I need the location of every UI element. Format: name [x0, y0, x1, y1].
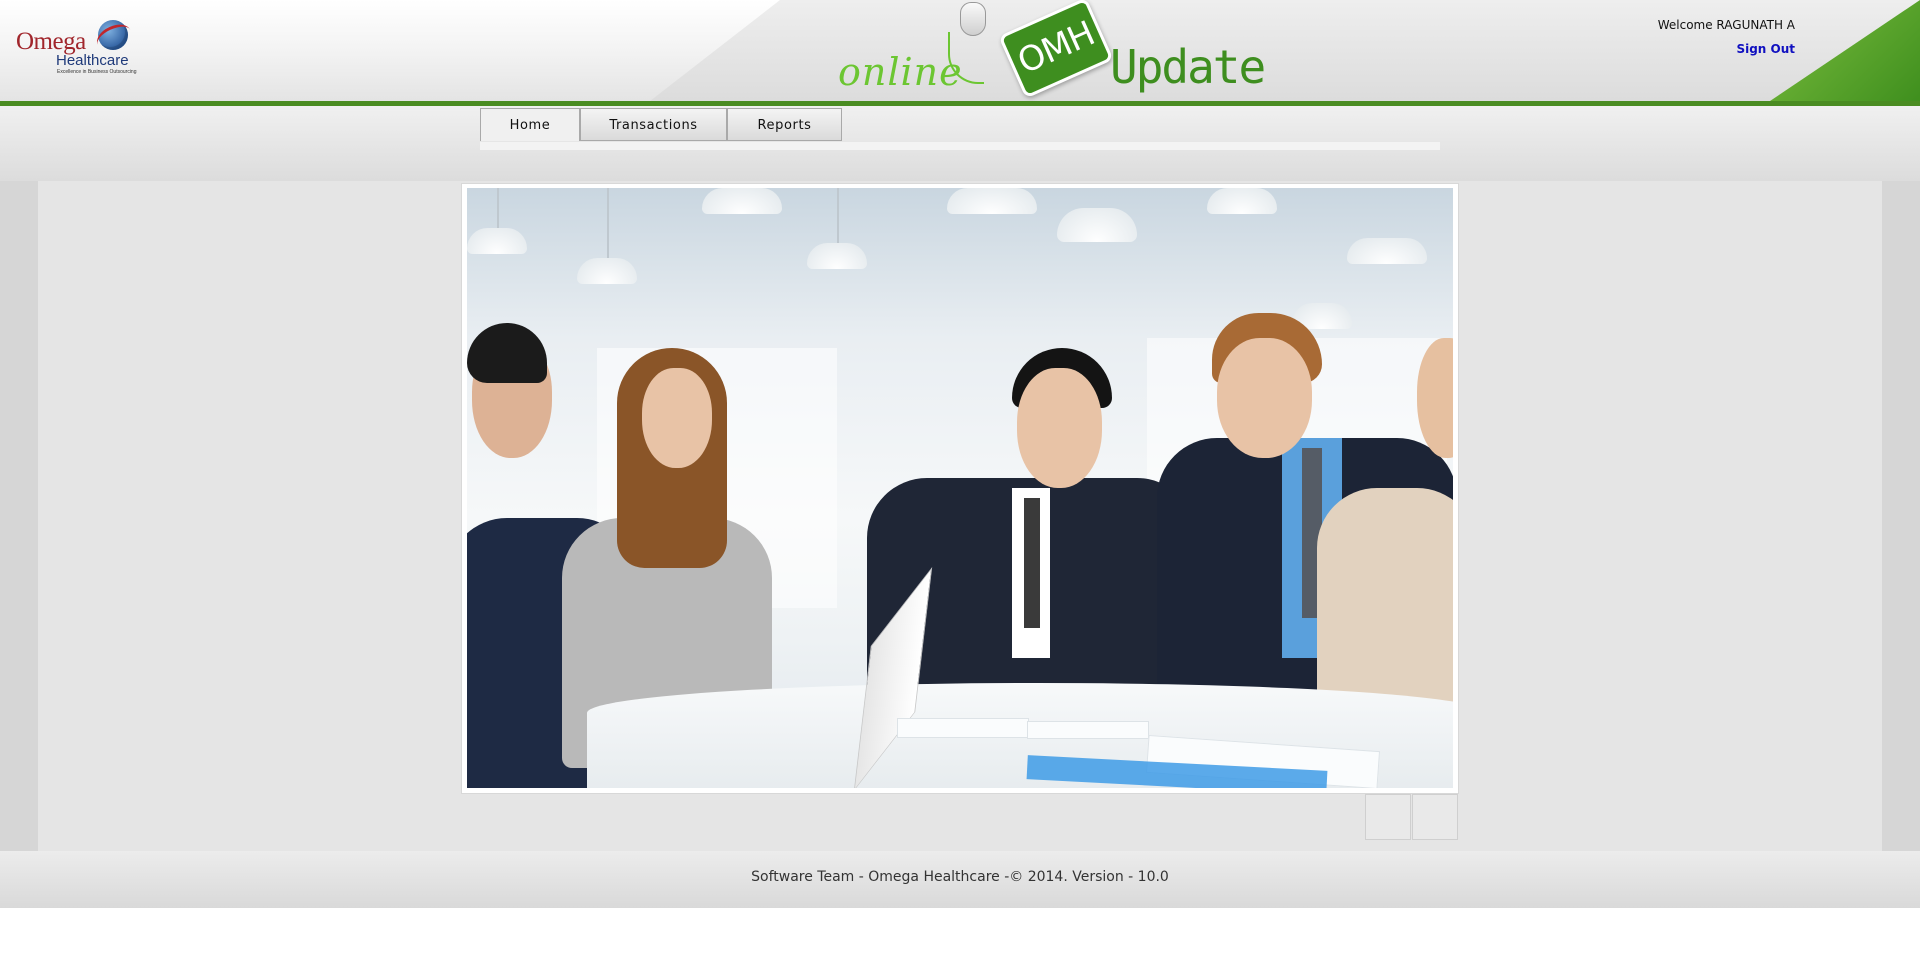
photo-lamp — [1347, 238, 1427, 264]
tab-home[interactable]: Home — [480, 108, 580, 141]
banner-badge-text: OMH — [1011, 13, 1101, 83]
photo-person-head — [1217, 338, 1312, 458]
app-banner: online OMH Update — [838, 0, 1266, 101]
photo-lamp — [702, 188, 782, 214]
photo-person-head — [642, 368, 712, 468]
company-logo: Omega Healthcare Excellence in Business … — [16, 19, 137, 76]
photo-lamp-cord — [497, 188, 499, 228]
photo-person-hair — [467, 323, 547, 383]
tab-reports[interactable]: Reports — [727, 108, 842, 141]
photo-lamp — [577, 258, 637, 284]
tab-transactions[interactable]: Transactions — [580, 108, 727, 141]
photo-paper — [897, 718, 1029, 738]
slideshow-next-button[interactable] — [1412, 794, 1458, 840]
banner-badge: OMH — [998, 0, 1114, 99]
slideshow-prev-button[interactable] — [1365, 794, 1411, 840]
slideshow-image — [467, 188, 1453, 788]
welcome-text: Welcome RAGUNATH A — [1657, 18, 1795, 32]
banner-word-update: Update — [1110, 40, 1266, 94]
photo-lamp — [1057, 208, 1137, 242]
logo-tagline: Excellence in Business Outsourcing — [57, 69, 137, 75]
footer: Software Team - Omega Healthcare -© 2014… — [0, 851, 1920, 908]
tab-underline-bar — [480, 142, 1440, 150]
photo-lamp — [807, 243, 867, 269]
photo-tie — [1024, 498, 1040, 628]
photo-person-head — [1017, 368, 1102, 488]
photo-lamp — [467, 228, 527, 254]
footer-copyright: Software Team - Omega Healthcare -© 2014… — [751, 869, 1169, 885]
mouse-icon — [960, 2, 986, 36]
logo-name-line2: Healthcare — [56, 52, 129, 69]
photo-lamp — [947, 188, 1037, 214]
logo-swoosh — [92, 19, 136, 56]
photo-lamp — [1207, 188, 1277, 214]
banner-word-online: online — [838, 50, 963, 94]
photo-lamp-cord — [837, 188, 839, 243]
main-nav-tabs: Home Transactions Reports — [480, 108, 842, 142]
sign-out-link[interactable]: Sign Out — [1736, 42, 1795, 56]
photo-paper — [1027, 721, 1149, 739]
photo-lamp-cord — [607, 188, 609, 258]
header: Omega Healthcare Excellence in Business … — [0, 0, 1920, 101]
